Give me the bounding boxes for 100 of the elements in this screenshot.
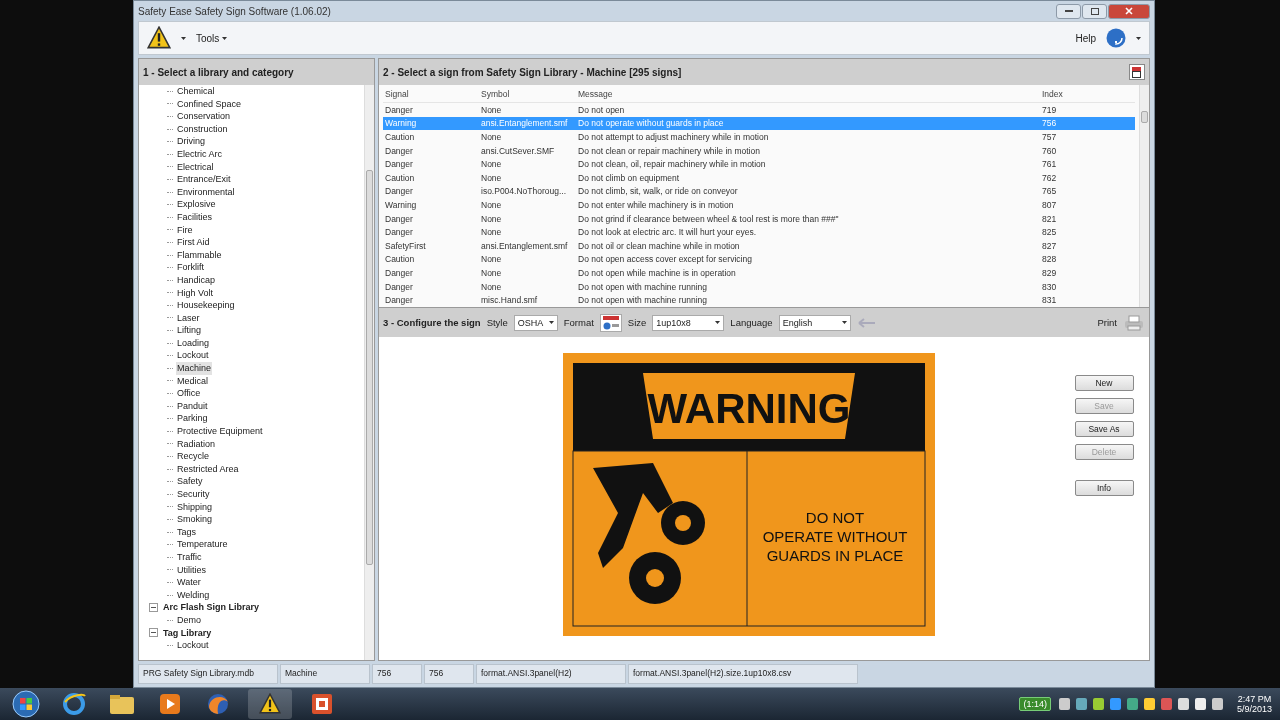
category-item[interactable]: Smoking	[176, 513, 213, 526]
collapse-icon[interactable]	[149, 628, 158, 638]
category-item[interactable]: Recycle	[176, 450, 210, 463]
column-header[interactable]: Message	[578, 88, 1042, 99]
language-dropdown[interactable]: English	[778, 314, 851, 331]
layout-icon[interactable]	[1129, 64, 1145, 80]
table-row[interactable]: Danger None Do not open with machine running 830	[383, 279, 1135, 294]
minimize-button[interactable]	[1056, 3, 1081, 19]
category-item[interactable]: Temperature	[176, 538, 229, 551]
table-row[interactable]: Danger None Do not look at electric arc. It will hurt your eyes. 825	[383, 225, 1135, 239]
category-item[interactable]: Restricted Area	[176, 462, 240, 476]
timer-badge[interactable]: (1:14)	[1019, 697, 1051, 711]
column-header[interactable]: Symbol	[481, 88, 578, 99]
category-item[interactable]: Protective Equipment	[176, 425, 264, 438]
category-item[interactable]: Lockout	[176, 639, 210, 652]
clock[interactable]: 2:47 PM 5/9/2013	[1236, 694, 1272, 714]
table-row[interactable]: SafetyFirst ansi.Entanglement.smf Do not oil or clean machine while in motion 827	[383, 238, 1135, 253]
category-item[interactable]: Medical	[176, 374, 209, 388]
table-cell-text: Do not attempt to adjust machinery while in motion	[578, 132, 770, 142]
action-button[interactable]: Save As	[1074, 421, 1134, 437]
panel-title: 1 - Select a library and category	[143, 66, 294, 78]
print-label[interactable]: Print	[1097, 317, 1117, 328]
library-node[interactable]: Arc Flash Sign Library	[162, 601, 261, 614]
category-item[interactable]: Traffic	[176, 550, 203, 564]
caret-icon	[715, 321, 721, 324]
category-item[interactable]: Parking	[176, 412, 209, 426]
caret-icon	[1136, 36, 1141, 40]
category-item[interactable]: Water	[176, 576, 202, 589]
scrollbar[interactable]	[1139, 85, 1149, 307]
column-header[interactable]: Signal	[385, 88, 481, 99]
category-item[interactable]: Construction	[176, 122, 229, 136]
category-item[interactable]: First Aid	[176, 236, 211, 249]
category-item[interactable]: Entrance/Exit	[176, 173, 232, 186]
category-item[interactable]: Conservation	[176, 110, 232, 123]
table-cell-text: None	[481, 267, 503, 278]
table-row[interactable]: Danger None Do not open 719	[383, 103, 1135, 117]
tools-menu[interactable]: Tools	[196, 32, 228, 44]
category-item[interactable]: Shipping	[176, 500, 214, 514]
category-item[interactable]: Lifting	[176, 324, 203, 337]
taskbar-app[interactable]	[248, 689, 292, 719]
table-cell-text: None	[481, 281, 503, 292]
category-item[interactable]: Driving	[176, 135, 206, 148]
category-item[interactable]: Environmental	[176, 185, 236, 199]
category-item[interactable]: Chemical	[176, 85, 216, 98]
table-cell-text: Do not operate without guards in place	[578, 118, 725, 129]
table-cell-text: Danger	[385, 186, 414, 197]
status-field: format.ANSI.3panel(H2)	[476, 664, 626, 684]
style-dropdown[interactable]: OSHA	[513, 314, 558, 331]
size-label: Size	[627, 317, 647, 328]
category-item[interactable]: Tags	[176, 525, 197, 539]
table-cell-text: Warning	[385, 118, 418, 129]
category-item[interactable]: Utilities	[176, 563, 207, 577]
category-item[interactable]: Confined Space	[176, 97, 243, 111]
maximize-button[interactable]	[1082, 3, 1107, 19]
category-item[interactable]: Safety	[176, 475, 204, 488]
table-row[interactable]: Caution None Do not climb on equipment 762	[383, 170, 1135, 185]
table-row[interactable]: Warning None Do not enter while machinery is in motion 807	[383, 198, 1135, 212]
table-row[interactable]: Danger None Do not clean, oil, repair machinery while in motion 761	[383, 157, 1135, 171]
table-row[interactable]: Danger ansi.CutSever.SMF Do not clean or repair machinery while in motion 760	[383, 143, 1135, 158]
table-row[interactable]: Danger iso.P004.NoThoroug... Do not climb, sit, walk, or ride on conveyor 765	[383, 184, 1135, 199]
category-item[interactable]: Security	[176, 488, 211, 501]
table-row[interactable]: Danger misc.Hand.smf Do not open with machine running 831	[383, 293, 1135, 307]
help-icon[interactable]	[1106, 28, 1126, 48]
action-button[interactable]: New	[1074, 375, 1134, 391]
category-item[interactable]: Demo	[176, 613, 202, 627]
collapse-icon[interactable]	[149, 603, 158, 613]
help-menu[interactable]: Help	[1075, 32, 1096, 44]
category-item[interactable]: Handicap	[176, 273, 217, 287]
category-item[interactable]: Electric Arc	[176, 147, 223, 161]
warning-app-icon[interactable]	[147, 26, 171, 50]
format-icon[interactable]	[599, 313, 622, 332]
category-item[interactable]: Loading	[176, 336, 211, 350]
category-item[interactable]: Fire	[176, 223, 194, 237]
category-item[interactable]: Electrical	[176, 160, 215, 174]
table-cell-text: iso.P004.NoThoroug...	[481, 186, 568, 197]
category-item[interactable]: Laser	[176, 311, 201, 325]
category-item[interactable]: Radiation	[176, 437, 217, 451]
category-item[interactable]: Forklift	[176, 261, 205, 274]
category-item[interactable]: High Volt	[176, 286, 215, 300]
table-row[interactable]: Caution None Do not open access cover except for servicing 828	[383, 252, 1135, 267]
category-item[interactable]: Office	[176, 387, 202, 400]
category-item[interactable]: Welding	[176, 588, 211, 602]
scrollbar[interactable]	[364, 85, 374, 660]
column-header[interactable]: Index	[1042, 88, 1132, 99]
category-item[interactable]: Flammable	[176, 248, 223, 262]
category-item[interactable]: Panduit	[176, 399, 209, 413]
category-item[interactable]: Machine	[176, 362, 213, 375]
category-item[interactable]: Lockout	[176, 349, 210, 363]
category-item[interactable]: Explosive	[176, 198, 217, 211]
table-row[interactable]: Danger None Do not open while machine is in operation 829	[383, 266, 1135, 280]
library-node[interactable]: Tag Library	[162, 626, 213, 640]
category-item[interactable]: Housekeeping	[176, 299, 236, 312]
maximize-icon	[1090, 7, 1099, 15]
table-row[interactable]: Danger None Do not grind if clearance between wheel & tool rest is more than ###" 821	[383, 211, 1135, 226]
category-item[interactable]: Facilities	[176, 210, 213, 224]
table-cell-text: 807	[1042, 199, 1058, 210]
table-row[interactable]: Caution None Do not attempt to adjust machinery while in motion 757	[383, 130, 1135, 144]
size-dropdown[interactable]: 1up10x8	[652, 314, 725, 331]
close-button[interactable]	[1108, 3, 1150, 19]
action-button[interactable]: Info	[1074, 480, 1134, 496]
